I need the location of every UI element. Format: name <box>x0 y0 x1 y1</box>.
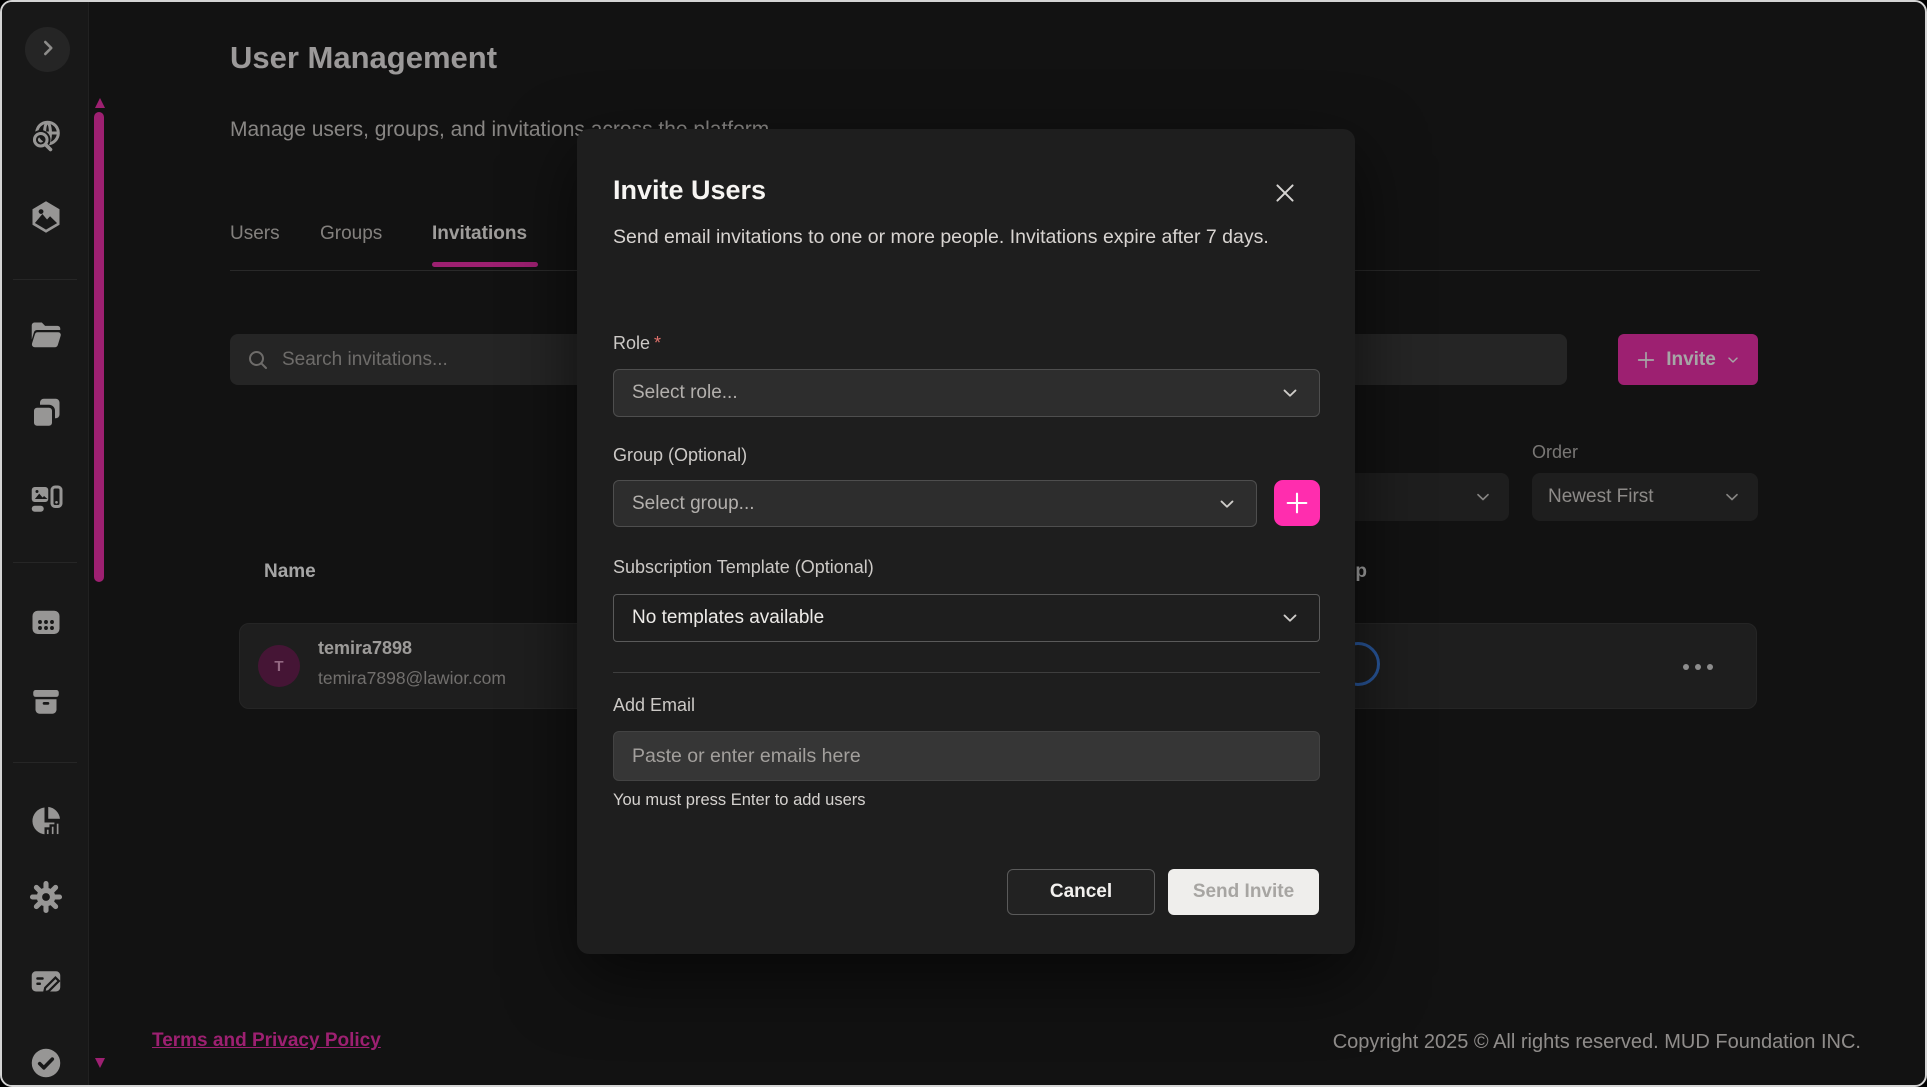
email-input[interactable] <box>613 731 1320 781</box>
invite-users-modal: Invite Users Send email invitations to o… <box>577 129 1355 954</box>
modal-close-button[interactable] <box>1267 175 1303 211</box>
role-select-placeholder: Select role... <box>632 382 738 404</box>
add-group-button[interactable] <box>1274 480 1320 526</box>
add-email-label: Add Email <box>613 695 695 716</box>
cancel-button[interactable]: Cancel <box>1007 869 1155 915</box>
email-helper-text: You must press Enter to add users <box>613 791 866 810</box>
send-invite-button[interactable]: Send Invite <box>1168 869 1319 915</box>
required-asterisk: * <box>654 333 661 353</box>
chevron-down-icon <box>1279 607 1301 629</box>
app-window: User Management Manage users, groups, an… <box>0 0 1927 1087</box>
template-select-value: No templates available <box>632 607 824 629</box>
modal-description: Send email invitations to one or more pe… <box>613 225 1319 251</box>
template-label: Subscription Template (Optional) <box>613 557 874 578</box>
template-select[interactable]: No templates available <box>613 594 1320 642</box>
modal-divider <box>613 672 1320 673</box>
plus-icon <box>1283 489 1311 517</box>
role-label: Role* <box>613 333 661 354</box>
chevron-down-icon <box>1279 382 1301 404</box>
close-icon <box>1271 179 1299 207</box>
role-select[interactable]: Select role... <box>613 369 1320 417</box>
modal-title: Invite Users <box>613 175 766 206</box>
group-select-placeholder: Select group... <box>632 493 755 515</box>
group-label: Group (Optional) <box>613 445 747 466</box>
group-select[interactable]: Select group... <box>613 480 1257 527</box>
chevron-down-icon <box>1216 493 1238 515</box>
